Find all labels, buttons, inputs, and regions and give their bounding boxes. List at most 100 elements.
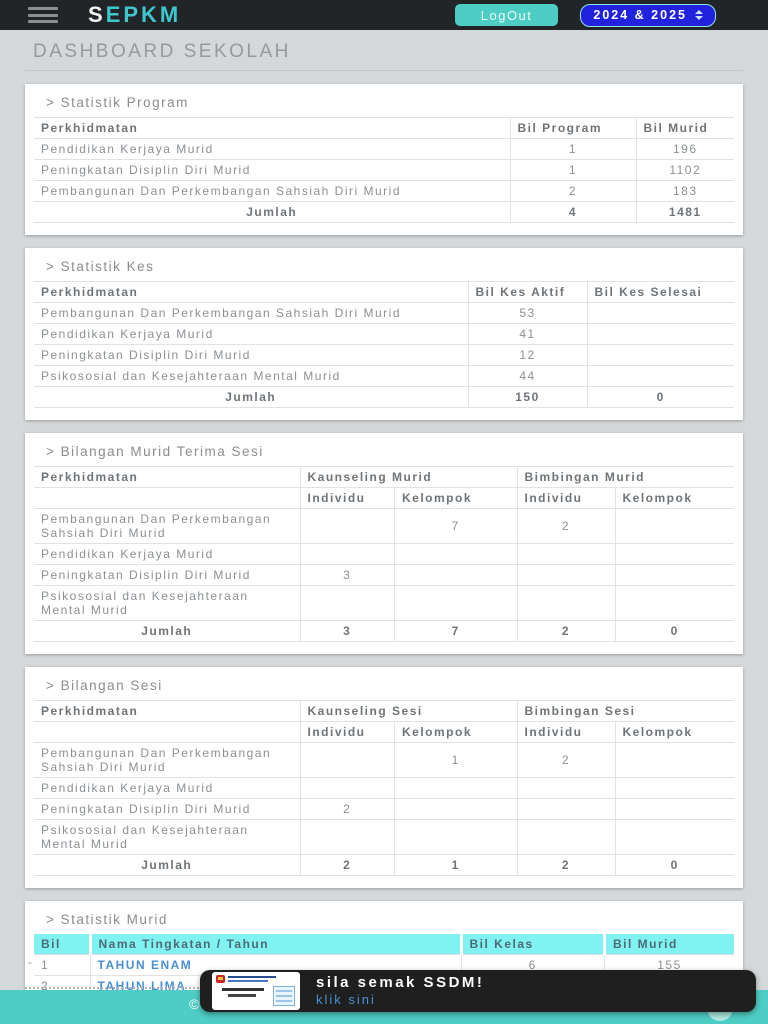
table-cell	[299, 585, 395, 621]
table-cell: Psikososial dan Kesejahteraan Mental Mur…	[34, 819, 301, 855]
table-cell	[394, 543, 518, 565]
table-cell: 196	[635, 138, 734, 160]
hamburger-menu-icon[interactable]	[28, 7, 58, 23]
sub-column-header: Kelompok	[394, 487, 518, 509]
total-value: 2	[516, 854, 616, 876]
table-cell	[586, 365, 734, 387]
column-header: Bil Murid	[635, 117, 734, 139]
table-row: Pembangunan Dan Perkembangan Sahsiah Dir…	[34, 742, 734, 778]
column-header: Perkhidmatan	[34, 700, 301, 722]
table-cell: 2	[509, 180, 637, 202]
table-cell: 1102	[635, 159, 734, 181]
table-row: Pembangunan Dan Perkembangan Sahsiah Dir…	[34, 302, 734, 324]
total-value: 1481	[635, 201, 734, 223]
total-row: Jumlah 2 1 2 0	[34, 854, 734, 876]
card-bilangan-murid-terima-sesi: > Bilangan Murid Terima Sesi Perkhidmata…	[25, 433, 743, 654]
table-cell	[614, 508, 734, 544]
logout-button[interactable]: LogOut	[454, 4, 559, 26]
table-cell: Pendidikan Kerjaya Murid	[34, 543, 301, 565]
toast-title: sila semak SSDM!	[316, 974, 485, 991]
table-cell	[586, 323, 734, 345]
table-cell: 2	[299, 798, 395, 820]
table-cell: Psikososial dan Kesejahteraan Mental Mur…	[34, 585, 301, 621]
table-cell: Psikososial dan Kesejahteraan Mental Mur…	[34, 365, 469, 387]
table-row: Psikososial dan Kesejahteraan Mental Mur…	[34, 585, 734, 621]
table-cell	[516, 564, 616, 586]
sub-column-header: Individu	[516, 487, 616, 509]
table-cell: 53	[467, 302, 588, 324]
group-column-header: Kaunseling Sesi	[299, 700, 518, 722]
table-cell	[299, 508, 395, 544]
total-value: 1	[394, 854, 518, 876]
table-statistik-kes: Perkhidmatan Bil Kes Aktif Bil Kes Selesai…	[34, 281, 734, 408]
table-cell: 3	[299, 564, 395, 586]
sub-header-row: Individu Kelompok Individu Kelompok	[34, 487, 734, 509]
column-header: Perkhidmatan	[34, 281, 469, 303]
column-header: Bil	[34, 934, 91, 955]
group-column-header: Bimbingan Sesi	[516, 700, 734, 722]
table-cell	[516, 543, 616, 565]
table-cell	[614, 543, 734, 565]
card-bilangan-sesi: > Bilangan Sesi Perkhidmatan Kaunseling S…	[25, 667, 743, 888]
table-cell	[586, 302, 734, 324]
table-cell	[299, 777, 395, 799]
table-row: Peningkatan Disiplin Diri Murid 3	[34, 564, 734, 586]
toast-link[interactable]: klik sini	[316, 992, 484, 1008]
select-arrows-icon	[695, 10, 703, 20]
table-cell	[614, 819, 734, 855]
table-cell: 7	[394, 508, 518, 544]
total-value: 0	[614, 854, 734, 876]
column-header: Perkhidmatan	[34, 117, 511, 139]
group-header-row: Perkhidmatan Kaunseling Murid Bimbingan Mu…	[34, 466, 734, 488]
table-cell: 1	[509, 138, 637, 160]
ssdm-document-preview-image[interactable]	[212, 972, 300, 1010]
card-statistik-kes: > Statistik Kes Perkhidmatan Bil Kes Akti…	[25, 248, 743, 420]
table-row: Pembangunan Dan Perkembangan Sahsiah Dir…	[34, 508, 734, 544]
table-cell: 44	[467, 365, 588, 387]
logo-first-letter: S	[88, 2, 106, 27]
sub-column-header: Kelompok	[614, 487, 734, 509]
sub-column-header: Individu	[299, 487, 395, 509]
table-cell	[516, 777, 616, 799]
sub-column-header: Kelompok	[394, 721, 518, 743]
group-header-row: Perkhidmatan Kaunseling Sesi Bimbingan Ses…	[34, 700, 734, 722]
top-navbar: SEPKM LogOut 2024 & 2025	[0, 0, 768, 30]
table-cell: Pendidikan Kerjaya Murid	[34, 138, 511, 160]
table-row: Pembangunan Dan Perkembangan Sahsiah Dir…	[34, 180, 734, 202]
section-title-bilangan-murid-terima-sesi: > Bilangan Murid Terima Sesi	[46, 444, 264, 459]
group-column-header: Kaunseling Murid	[299, 466, 518, 488]
table-cell	[394, 585, 518, 621]
section-title-bilangan-sesi: > Bilangan Sesi	[46, 678, 163, 693]
column-header: Perkhidmatan	[34, 466, 301, 488]
table-cell	[614, 564, 734, 586]
column-header: Bil Murid	[603, 934, 734, 955]
table-cell: Pembangunan Dan Perkembangan Sahsiah Dir…	[34, 508, 301, 544]
table-cell	[299, 543, 395, 565]
app-logo: SEPKM	[88, 0, 181, 30]
table-cell: 2	[516, 508, 616, 544]
year-select-dropdown[interactable]: 2024 & 2025	[580, 3, 716, 27]
table-cell	[394, 819, 518, 855]
table-row: Pendidikan Kerjaya Murid	[34, 543, 734, 565]
document-snippet	[273, 986, 295, 1006]
table-cell	[614, 585, 734, 621]
column-header: Bil Kelas	[459, 934, 605, 955]
total-label: Jumlah	[34, 201, 511, 223]
total-row: Jumlah 150 0	[34, 386, 734, 408]
table-cell	[614, 798, 734, 820]
table-row: Pendidikan Kerjaya Murid 1 196	[34, 138, 734, 160]
table-cell	[516, 585, 616, 621]
table-cell: 1	[394, 742, 518, 778]
column-header: Bil Program	[509, 117, 637, 139]
year-select-value: 2024 & 2025	[593, 8, 687, 22]
coat-of-arms-icon	[216, 975, 225, 983]
total-value: 150	[467, 386, 588, 408]
total-label: Jumlah	[34, 620, 301, 642]
card-statistik-program: > Statistik Program Perkhidmatan Bil Prog…	[25, 84, 743, 235]
column-header	[34, 721, 301, 743]
page-title-wrap: DASHBOARD SEKOLAH	[25, 30, 743, 71]
total-row: Jumlah 4 1481	[34, 201, 734, 223]
section-title-statistik-murid: > Statistik Murid	[46, 912, 168, 927]
table-cell: Peningkatan Disiplin Diri Murid	[34, 344, 469, 366]
table-row: Psikososial dan Kesejahteraan Mental Mur…	[34, 819, 734, 855]
